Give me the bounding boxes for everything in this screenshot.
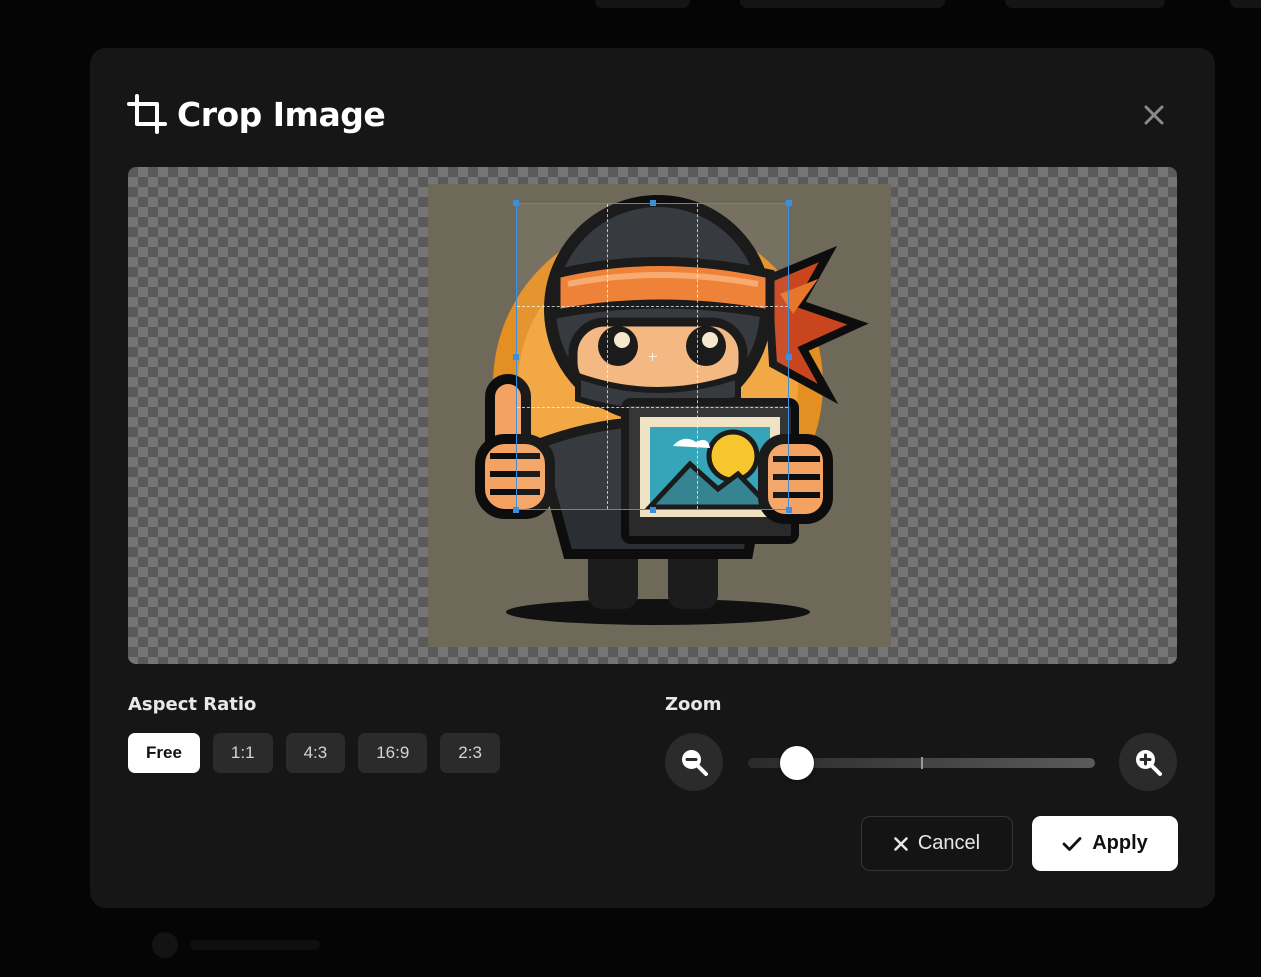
apply-label: Apply <box>1092 832 1148 854</box>
crop-handle-top[interactable] <box>649 200 656 206</box>
crop-handle-bottom[interactable] <box>649 507 656 513</box>
crop-handle-bottom-right[interactable] <box>786 507 792 513</box>
cancel-label: Cancel <box>917 832 981 854</box>
crop-icon <box>127 94 167 134</box>
crop-canvas[interactable] <box>128 167 1177 664</box>
zoom-slider-tick <box>921 757 923 769</box>
crop-grid-line <box>517 407 788 409</box>
crop-image-modal: Crop Image Aspect Ratio Free 1:1 4:3 16:… <box>90 48 1215 908</box>
ratio-4-3-button[interactable]: 4:3 <box>285 733 346 773</box>
crop-handle-bottom-left[interactable] <box>513 507 519 513</box>
crop-grid-line <box>697 204 699 509</box>
crop-handle-top-left[interactable] <box>513 200 519 206</box>
background-nav <box>590 0 1261 16</box>
close-icon <box>1144 105 1164 125</box>
ratio-free-button[interactable]: Free <box>128 733 200 773</box>
crop-selection-box[interactable] <box>513 200 792 513</box>
aspect-ratio-options: Free 1:1 4:3 16:9 2:3 <box>128 733 500 773</box>
modal-header: Crop Image <box>127 92 386 136</box>
crop-center-mark <box>648 352 657 361</box>
zoom-out-icon <box>682 750 708 776</box>
crop-grid-line <box>607 204 609 509</box>
cancel-button[interactable]: Cancel <box>861 816 1013 871</box>
ratio-16-9-button[interactable]: 16:9 <box>358 733 428 773</box>
zoom-in-button[interactable] <box>1119 733 1177 791</box>
apply-button[interactable]: Apply <box>1032 816 1178 871</box>
zoom-slider-thumb[interactable] <box>780 746 814 780</box>
modal-title: Crop Image <box>177 94 386 134</box>
crop-handle-left[interactable] <box>513 353 519 360</box>
zoom-slider[interactable] <box>748 746 1095 780</box>
ratio-2-3-button[interactable]: 2:3 <box>440 733 500 773</box>
crop-grid-line <box>517 305 788 307</box>
zoom-in-icon <box>1136 750 1162 776</box>
close-icon <box>894 836 908 851</box>
zoom-out-button[interactable] <box>665 733 723 791</box>
ratio-1-1-button[interactable]: 1:1 <box>212 733 273 773</box>
close-button[interactable] <box>1139 100 1169 130</box>
checkmark-icon <box>1062 836 1082 851</box>
aspect-ratio-label: Aspect Ratio <box>128 694 257 715</box>
zoom-label: Zoom <box>665 694 722 715</box>
background-footer-item <box>152 932 322 958</box>
crop-handle-right[interactable] <box>786 353 792 360</box>
crop-handle-top-right[interactable] <box>786 200 792 206</box>
